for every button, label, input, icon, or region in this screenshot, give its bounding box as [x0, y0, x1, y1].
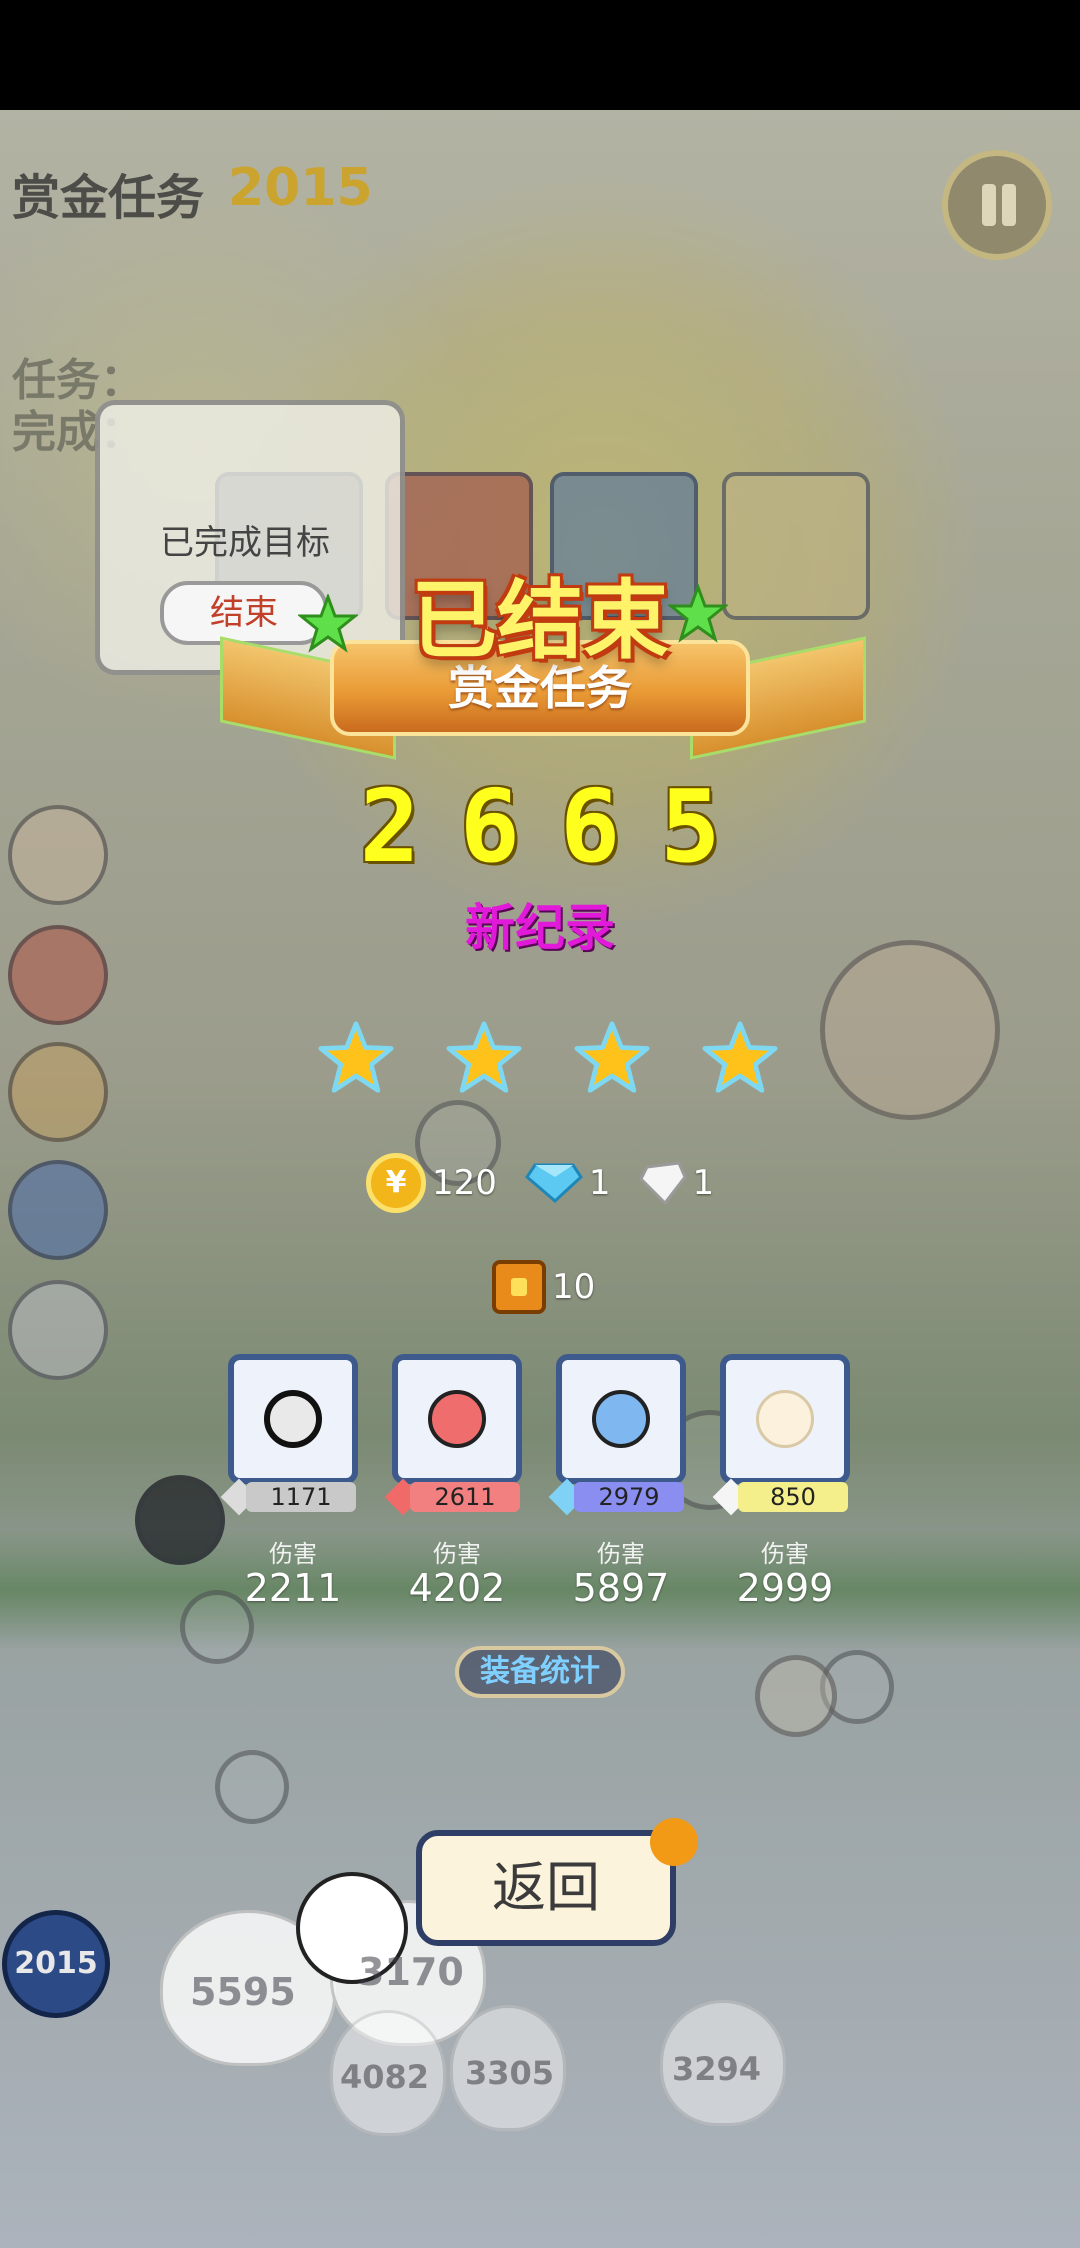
coin-count: 120	[432, 1163, 497, 1203]
hero-level: 2979	[574, 1482, 684, 1512]
blue-gem-count: 1	[588, 1163, 611, 1203]
chest-reward: 10	[492, 1260, 595, 1314]
blue-diamond-icon	[524, 1163, 583, 1204]
result-title: 已结束	[411, 571, 669, 671]
mission-level: 2015	[228, 158, 373, 218]
star-icon	[702, 1021, 778, 1093]
blue-mustache-face-icon	[592, 1390, 650, 1448]
gray-angry-face-icon	[264, 1390, 322, 1448]
enemy-hp: 4082	[340, 2058, 430, 2096]
enemy-hp: 5595	[190, 1970, 296, 2014]
enemy-hp: 3170	[358, 1950, 464, 1994]
star-rating	[318, 1020, 778, 1100]
hero-portrait	[392, 1354, 522, 1484]
coin-icon: ¥	[366, 1153, 426, 1213]
equipment-stats-button[interactable]: 装备统计	[455, 1646, 625, 1698]
hero-level: 850	[738, 1482, 848, 1512]
hero-level: 2611	[410, 1482, 520, 1512]
red-dizzy-face-icon	[428, 1390, 486, 1448]
white-diamond-icon	[638, 1161, 687, 1205]
level-badge: 2015	[2, 1910, 110, 2018]
hero-level: 1171	[246, 1482, 356, 1512]
coin-reward: ¥ 120	[366, 1153, 497, 1213]
chest-count: 10	[552, 1267, 596, 1307]
damage-value: 2211	[244, 1566, 342, 1610]
damage-label: 伤害	[597, 1540, 645, 1568]
hero-portrait	[720, 1354, 850, 1484]
hero-card[interactable]: 1171 伤害 2211	[220, 1354, 358, 1610]
treasure-chest-icon	[492, 1260, 546, 1314]
hero-card[interactable]: 2979 伤害 5897	[548, 1354, 686, 1610]
new-record-label: 新纪录	[465, 899, 615, 957]
mission-name: 赏金任务	[12, 170, 205, 226]
damage-value: 4202	[408, 1566, 506, 1610]
pause-button[interactable]	[942, 150, 1052, 260]
status-bar	[0, 0, 1080, 110]
star-icon	[446, 1021, 522, 1093]
hero-card[interactable]: 2611 伤害 4202	[384, 1354, 522, 1610]
damage-label: 伤害	[269, 1540, 317, 1568]
damage-value: 2999	[736, 1566, 834, 1610]
damage-label: 伤害	[433, 1540, 481, 1568]
final-score: 2665	[359, 768, 761, 885]
back-button[interactable]: 返回	[416, 1830, 676, 1946]
reward-row: ¥ 120 1 1	[366, 1148, 742, 1218]
star-icon	[574, 1021, 650, 1093]
enemy-hp: 3305	[465, 2054, 555, 2092]
star-icon	[318, 1021, 394, 1093]
enemy-hp: 3294	[672, 2050, 762, 2088]
notification-dot	[650, 1818, 698, 1866]
blue-gem-reward: 1	[524, 1161, 611, 1205]
hero-portrait	[556, 1354, 686, 1484]
damage-value: 5897	[572, 1566, 670, 1610]
hero-portrait	[228, 1354, 358, 1484]
damage-label: 伤害	[761, 1540, 809, 1568]
white-bow-face-icon	[756, 1390, 814, 1448]
white-gem-count: 1	[692, 1163, 715, 1203]
white-gem-reward: 1	[638, 1161, 715, 1205]
hero-card[interactable]: 850 伤害 2999	[712, 1354, 850, 1610]
